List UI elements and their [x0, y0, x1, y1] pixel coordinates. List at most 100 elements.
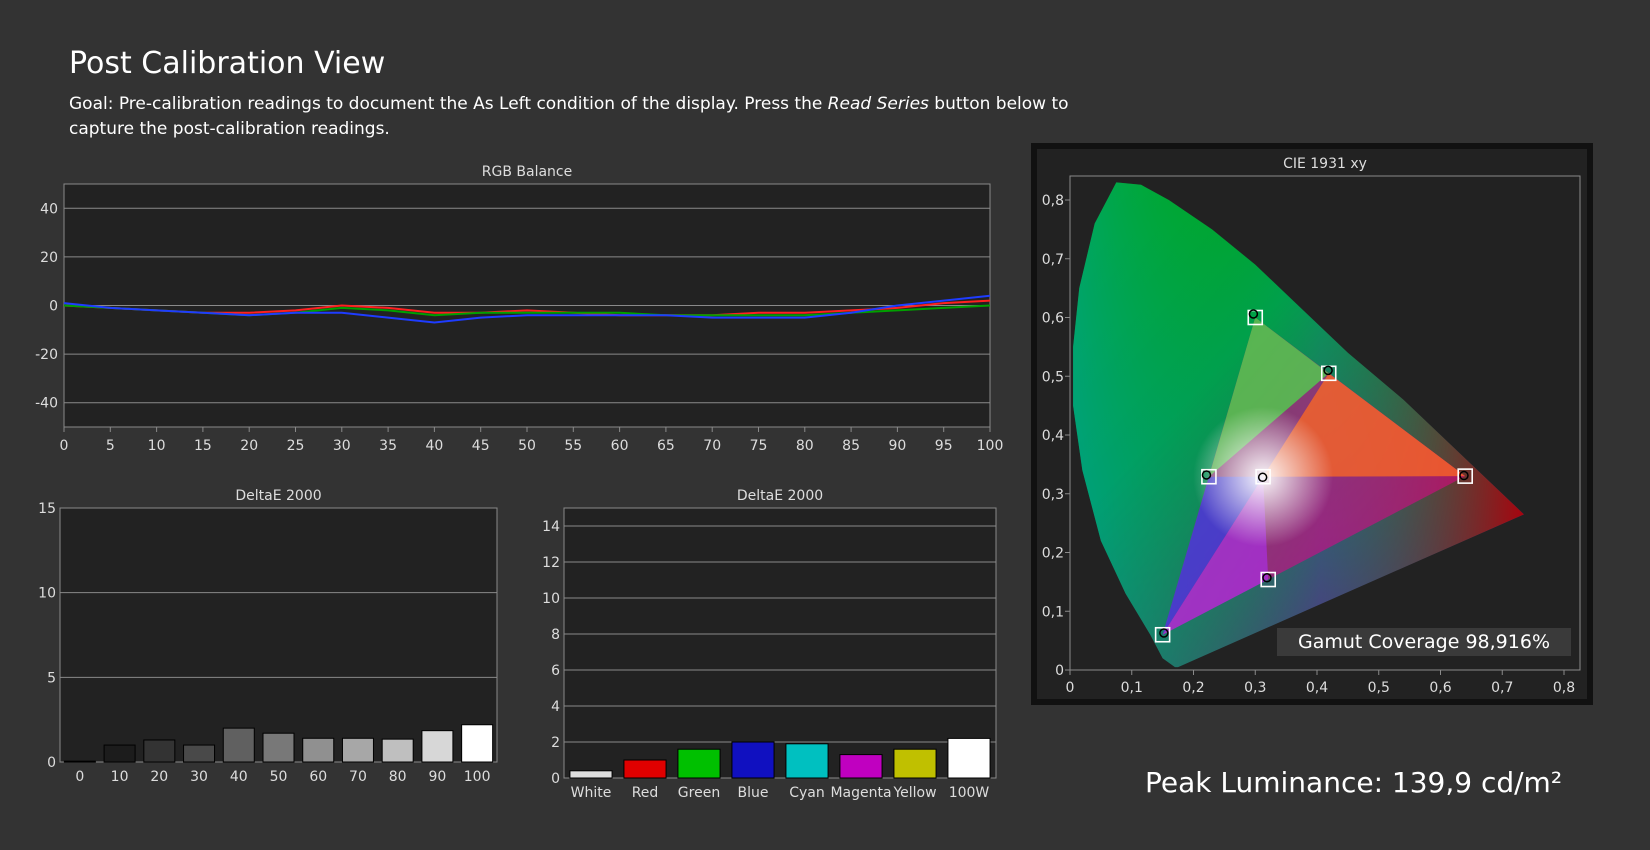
cie-chart-title: CIE 1931 xy — [1283, 156, 1367, 172]
cie-y-tick: 0 — [1055, 663, 1064, 679]
cie-y-tick: 0,7 — [1042, 252, 1064, 268]
cie-x-tick: 0,6 — [1429, 680, 1451, 696]
de-gray-x-tick: 90 — [428, 769, 446, 785]
rgb-x-tick: 100 — [977, 438, 1004, 454]
rgb-y-tick: 20 — [40, 250, 58, 266]
de-gray-bar — [461, 724, 494, 763]
de-color-y-tick: 0 — [551, 771, 560, 787]
de-color-y-tick: 8 — [551, 627, 560, 643]
de-color-chart-title: DeltaE 2000 — [737, 488, 823, 504]
de-gray-y-tick: 5 — [47, 670, 56, 686]
de-gray-y-tick: 15 — [38, 501, 56, 517]
cie-x-tick: 0,8 — [1553, 680, 1575, 696]
de-gray-x-tick: 50 — [270, 769, 288, 785]
rgb-x-tick: 40 — [425, 438, 443, 454]
peak-luminance: Peak Luminance: 139,9 cd/m² — [1145, 766, 1563, 799]
rgb-x-tick: 70 — [703, 438, 721, 454]
de-gray-bar — [302, 737, 335, 763]
de-color-x-tick: Green — [678, 785, 720, 801]
de-color-x-tick: Cyan — [789, 785, 825, 801]
rgb-y-tick: 40 — [40, 201, 58, 217]
cie-x-tick: 0,1 — [1121, 680, 1143, 696]
rgb-x-tick: 95 — [935, 438, 953, 454]
rgb-x-tick: 5 — [106, 438, 115, 454]
rgb-x-tick: 65 — [657, 438, 675, 454]
de-color-x-tick: White — [571, 785, 612, 801]
rgb-x-tick: 75 — [750, 438, 768, 454]
de-gray-x-tick: 30 — [190, 769, 208, 785]
de-gray-plot-area — [59, 507, 498, 763]
cie-y-tick: 0,2 — [1042, 546, 1064, 562]
de-color-x-tick: Yellow — [892, 785, 936, 801]
cie-x-tick: 0,7 — [1491, 680, 1513, 696]
de-color-y-tick: 4 — [551, 699, 560, 715]
de-gray-bar — [143, 739, 176, 763]
de-gray-chart-title: DeltaE 2000 — [235, 488, 321, 504]
rgb-x-tick: 45 — [472, 438, 490, 454]
rgb-x-tick: 15 — [194, 438, 212, 454]
rgb-x-tick: 25 — [287, 438, 305, 454]
cie-y-tick: 0,4 — [1042, 428, 1064, 444]
de-color-y-tick: 2 — [551, 735, 560, 751]
rgb-x-tick: 85 — [842, 438, 860, 454]
de-color-y-tick: 12 — [542, 555, 560, 571]
de-gray-y-tick: 0 — [47, 755, 56, 771]
de-color-plot-area — [563, 507, 997, 779]
rgb-x-tick: 0 — [60, 438, 69, 454]
cie-y-tick: 0,6 — [1042, 311, 1064, 327]
deltae-color-chart: DeltaE 2000 14 12 10 8 6 4 2 0 White Red Green Blue C… — [542, 488, 997, 801]
de-color-bar — [893, 748, 937, 779]
rgb-chart-title: RGB Balance — [482, 164, 572, 180]
rgb-x-tick: 90 — [888, 438, 906, 454]
de-gray-x-tick: 20 — [150, 769, 168, 785]
de-gray-x-tick: 40 — [230, 769, 248, 785]
de-gray-bar — [222, 727, 255, 763]
rgb-x-tick: 50 — [518, 438, 536, 454]
rgb-y-tick: -40 — [35, 396, 58, 412]
de-gray-bar — [262, 732, 295, 763]
de-gray-x-tick: 60 — [309, 769, 327, 785]
charts-canvas: RGB Balance40200-20-400 5 10 15 20 25 30 35 40 45… — [35, 143, 1593, 801]
cie-y-tick: 0,1 — [1042, 604, 1064, 620]
de-gray-bar — [103, 744, 136, 763]
cie-y-tick: 0,5 — [1042, 369, 1064, 385]
de-color-x-tick: 100W — [949, 785, 990, 801]
cie-x-tick: 0 — [1066, 680, 1075, 696]
de-gray-x-tick: 0 — [75, 769, 84, 785]
cie-x-tick: 0,2 — [1182, 680, 1204, 696]
de-color-bar — [785, 743, 829, 779]
cie-x-tick: 0,5 — [1368, 680, 1390, 696]
rgb-x-tick: 35 — [379, 438, 397, 454]
rgb-x-tick: 20 — [240, 438, 258, 454]
de-gray-bar — [381, 738, 414, 763]
rgb-y-tick: 0 — [49, 299, 58, 315]
de-gray-bar — [421, 730, 454, 763]
de-color-bar — [839, 754, 883, 779]
rgb-x-tick: 80 — [796, 438, 814, 454]
de-color-y-tick: 6 — [551, 663, 560, 679]
de-gray-x-tick: 10 — [111, 769, 129, 785]
de-color-bar — [677, 748, 721, 779]
cie-x-tick: 0,4 — [1306, 680, 1328, 696]
de-color-bar — [623, 759, 667, 779]
de-gray-x-tick: 80 — [389, 769, 407, 785]
de-color-x-tick: Red — [632, 785, 659, 801]
de-color-y-tick: 10 — [542, 591, 560, 607]
rgb-x-tick: 55 — [564, 438, 582, 454]
de-color-x-tick: Magenta — [830, 785, 891, 801]
de-color-bar — [947, 737, 991, 779]
de-color-bar — [731, 741, 775, 779]
de-color-x-tick: Blue — [738, 785, 769, 801]
de-color-y-tick: 14 — [542, 519, 560, 535]
cie-chart: CIE 1931 xy 0 0,1 0,2 0,3 0,4 0,5 0,6 0,7 0,8 0 0,1… — [1031, 143, 1593, 705]
rgb-x-tick: 60 — [611, 438, 629, 454]
de-gray-x-tick: 100 — [464, 769, 491, 785]
cie-y-tick: 0,3 — [1042, 487, 1064, 503]
de-gray-bar — [63, 760, 96, 763]
gamut-coverage-label: Gamut Coverage 98,916% — [1277, 628, 1571, 656]
de-gray-y-tick: 10 — [38, 586, 56, 602]
rgb-y-tick: -20 — [35, 347, 58, 363]
de-gray-x-tick: 70 — [349, 769, 367, 785]
rgb-x-tick: 10 — [148, 438, 166, 454]
cie-y-tick: 0,8 — [1042, 193, 1064, 209]
